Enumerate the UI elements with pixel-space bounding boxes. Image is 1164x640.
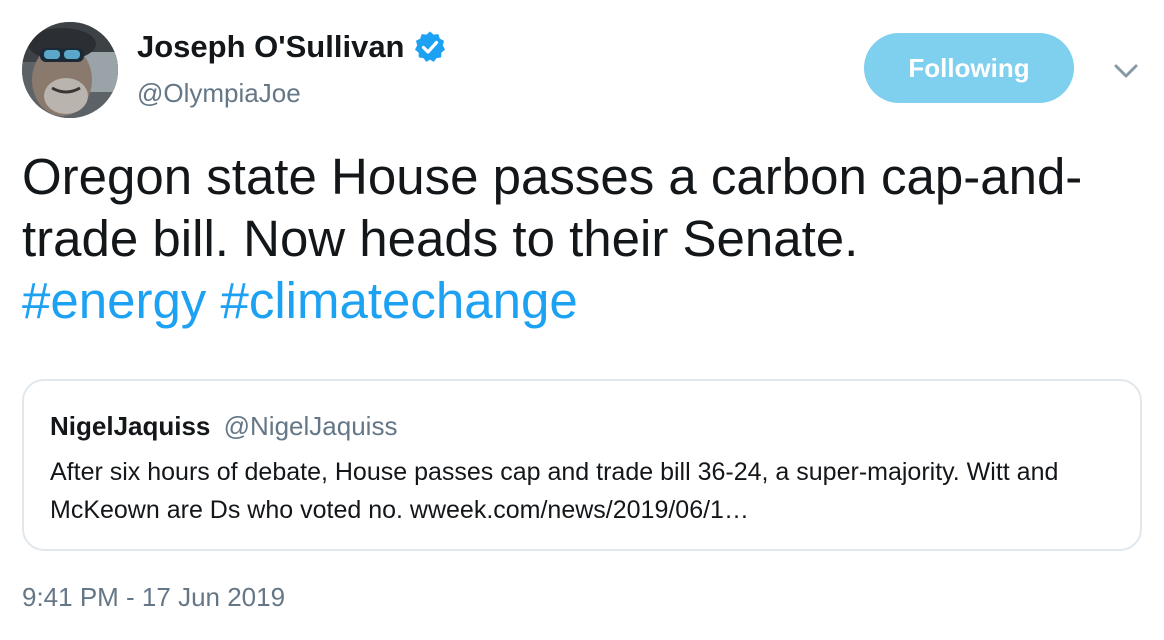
quoted-tweet-text: After six hours of debate, House passes … — [50, 458, 1059, 524]
tweet-text: Oregon state House passes a carbon cap-a… — [22, 146, 1132, 332]
quoted-author-handle: @NigelJaquiss — [223, 411, 398, 441]
quoted-tweet-header: NigelJaquiss @NigelJaquiss — [50, 411, 397, 442]
following-button[interactable]: Following — [864, 33, 1074, 103]
tweet-body: Oregon state House passes a carbon cap-a… — [22, 148, 1083, 267]
avatar-image — [22, 22, 118, 118]
tweet-timestamp[interactable]: 9:41 PM - 17 Jun 2019 — [22, 582, 285, 613]
author-handle[interactable]: @OlympiaJoe — [137, 78, 301, 109]
quoted-author-name: NigelJaquiss — [50, 411, 211, 441]
verified-badge-icon — [413, 30, 447, 64]
author-name[interactable]: Joseph O'Sullivan — [137, 29, 405, 65]
hashtag-energy[interactable]: #energy — [22, 272, 206, 329]
hashtag-climatechange[interactable]: #climatechange — [220, 272, 577, 329]
quoted-tweet[interactable]: NigelJaquiss @NigelJaquiss After six hou… — [22, 379, 1142, 551]
author-name-row[interactable]: Joseph O'Sullivan — [137, 27, 447, 67]
chevron-down-icon[interactable] — [1110, 58, 1142, 84]
avatar[interactable] — [22, 22, 118, 118]
